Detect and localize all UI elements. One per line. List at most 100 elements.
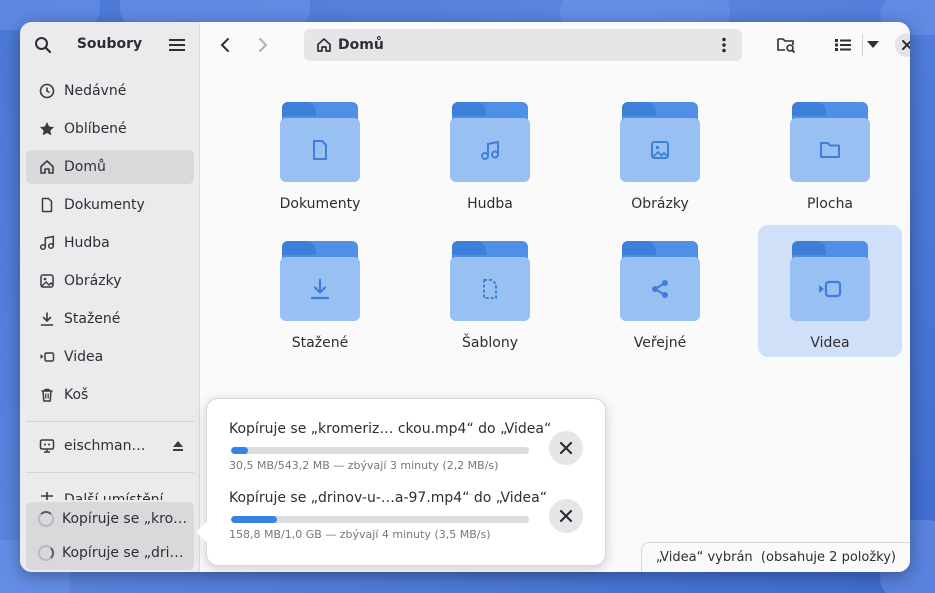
- folder-documents[interactable]: Dokumenty: [248, 92, 392, 224]
- folder-label: Hudba: [467, 196, 513, 212]
- main-menu-button[interactable]: [166, 34, 188, 56]
- path-bar[interactable]: Domů: [304, 29, 742, 61]
- sidebar-item-label: eischman…: [64, 438, 146, 454]
- back-button[interactable]: [214, 34, 236, 56]
- operation-title: Kopíruje se „kromeriz… ckou.mp4“ do „Vid…: [229, 421, 552, 437]
- eject-button[interactable]: [169, 437, 187, 455]
- path-menu-button[interactable]: [714, 35, 734, 55]
- document-icon: [313, 140, 327, 160]
- folder-icon: [280, 102, 360, 184]
- image-icon: [38, 272, 56, 290]
- operation-title: Kopíruje se „drinov-u-…a-97.mp4“ do „Vid…: [229, 490, 547, 506]
- folder-videos[interactable]: Videa: [758, 225, 902, 357]
- folder-icon: [450, 102, 530, 184]
- folder-icon: [620, 102, 700, 184]
- sidebar-item-music[interactable]: Hudba: [26, 226, 194, 260]
- folder-label: Šablony: [462, 335, 518, 351]
- operation-progress-bar: [231, 516, 529, 523]
- folder-outline-icon: [820, 142, 840, 158]
- sidebar-item-videos[interactable]: Videa: [26, 340, 194, 374]
- chevron-left-icon: [220, 38, 229, 52]
- computer-icon: [38, 437, 56, 455]
- sidebar-item-recent[interactable]: Nedávné: [26, 74, 194, 108]
- sidebar-item-label: Nedávné: [64, 83, 127, 99]
- sidebar-item-label: Oblíbené: [64, 121, 127, 137]
- operation-progress-bar: [231, 447, 529, 454]
- spinner-icon: [38, 545, 54, 561]
- sidebar-item-label: Dokumenty: [64, 197, 145, 213]
- image-icon: [651, 141, 669, 159]
- download-icon: [38, 310, 56, 328]
- folder-public[interactable]: Veřejné: [588, 231, 732, 363]
- selection-status: „Videa“ vybrán (obsahuje 2 položky): [655, 550, 896, 565]
- folder-icon: [280, 241, 360, 323]
- clock-icon: [38, 82, 56, 100]
- file-operations-popover: Kopíruje se „kromeriz… ckou.mp4“ do „Vid…: [196, 398, 606, 566]
- list-view-icon: [835, 39, 851, 51]
- plus-icon: [38, 492, 56, 500]
- cancel-operation-button[interactable]: [549, 499, 583, 533]
- sidebar-item-label: Obrázky: [64, 273, 122, 289]
- video-icon: [819, 280, 842, 298]
- star-icon: [38, 120, 56, 138]
- music-icon: [38, 234, 56, 252]
- cancel-operation-button[interactable]: [549, 431, 583, 465]
- operation-label: Kopíruje se „dri…: [62, 545, 184, 561]
- sidebar-item-downloads[interactable]: Stažené: [26, 302, 194, 336]
- folder-templates[interactable]: Šablony: [418, 231, 562, 363]
- folder-downloads[interactable]: Stažené: [248, 231, 392, 363]
- sidebar-item-other-locations[interactable]: Další umístění: [26, 480, 194, 500]
- video-icon: [38, 348, 56, 366]
- sidebar-item-home[interactable]: Domů: [26, 150, 194, 184]
- sidebar-item-label: Videa: [64, 349, 104, 365]
- search-folder-button[interactable]: [774, 34, 798, 56]
- sidebar-item-network-mount[interactable]: eischman…: [26, 429, 194, 463]
- folder-label: Obrázky: [631, 196, 689, 212]
- sidebar-header: Soubory: [20, 22, 199, 68]
- document-icon: [38, 196, 56, 214]
- sidebar-item-label: Další umístění: [64, 492, 164, 500]
- path-current-folder: Domů: [338, 37, 384, 53]
- view-options-button[interactable]: [862, 34, 882, 56]
- operation-detail: 30,5 MB/543,2 MB — zbývají 3 minuty (2,2…: [229, 459, 499, 472]
- sidebar-item-documents[interactable]: Dokumenty: [26, 188, 194, 222]
- popover-arrow: [196, 521, 208, 543]
- folder-label: Dokumenty: [279, 196, 361, 212]
- folder-icon: [450, 241, 530, 323]
- share-icon: [652, 280, 668, 298]
- sidebar-item-pictures[interactable]: Obrázky: [26, 264, 194, 298]
- folder-icon: [790, 241, 870, 323]
- sidebar-item-label: Koš: [64, 387, 89, 403]
- folder-music[interactable]: Hudba: [418, 92, 562, 224]
- spinner-icon: [38, 511, 54, 527]
- chevron-down-icon: [866, 41, 879, 48]
- close-icon: [560, 510, 572, 522]
- vertical-dots-icon: [722, 37, 726, 53]
- template-icon: [483, 279, 497, 299]
- home-icon: [38, 158, 56, 176]
- sidebar: Soubory Nedávné Oblíbené Domů Dokumenty …: [20, 22, 200, 572]
- folder-label: Stažené: [291, 335, 349, 351]
- sidebar-operation-copy-1[interactable]: Kopíruje se „kro…: [26, 502, 194, 536]
- folder-search-icon: [777, 38, 796, 54]
- folder-desktop[interactable]: Plocha: [758, 92, 902, 224]
- sidebar-operation-copy-2[interactable]: Kopíruje se „dri…: [26, 536, 194, 570]
- music-icon: [481, 140, 499, 160]
- hamburger-icon: [169, 39, 185, 51]
- folder-label: Veřejné: [633, 335, 687, 351]
- progress-fill: [231, 516, 278, 523]
- forward-button[interactable]: [252, 34, 274, 56]
- sidebar-item-starred[interactable]: Oblíbené: [26, 112, 194, 146]
- sidebar-item-trash[interactable]: Koš: [26, 378, 194, 412]
- sidebar-item-label: Stažené: [64, 311, 121, 327]
- folder-label: Videa: [810, 335, 850, 351]
- sidebar-separator: [26, 472, 194, 473]
- eject-icon: [173, 441, 183, 451]
- folder-pictures[interactable]: Obrázky: [588, 92, 732, 224]
- view-list-button[interactable]: [832, 34, 854, 56]
- sidebar-item-label: Hudba: [64, 235, 110, 251]
- folder-icon: [790, 102, 870, 184]
- close-window-button[interactable]: [895, 33, 910, 57]
- download-icon: [310, 278, 330, 300]
- sidebar-item-label: Domů: [64, 159, 106, 175]
